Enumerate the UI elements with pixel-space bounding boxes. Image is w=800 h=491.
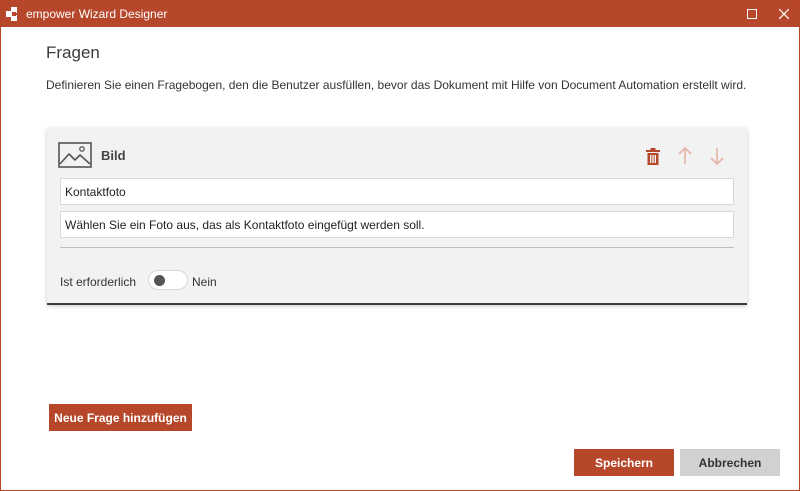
question-description-input[interactable] <box>60 211 734 238</box>
arrow-up-icon <box>678 147 692 164</box>
add-question-button[interactable]: Neue Frage hinzufügen <box>49 404 192 431</box>
question-title-input[interactable] <box>60 178 734 205</box>
move-up-button[interactable] <box>676 147 694 165</box>
question-card: Bild Ist erforde <box>47 128 747 305</box>
save-button[interactable]: Speichern <box>574 449 674 476</box>
arrow-down-icon <box>710 148 724 165</box>
title-bar[interactable]: empower Wizard Designer <box>1 1 799 27</box>
image-icon <box>58 142 92 168</box>
required-toggle[interactable] <box>148 270 188 290</box>
required-state-label: Nein <box>192 275 217 289</box>
toggle-knob <box>154 275 165 286</box>
maximize-button[interactable] <box>739 1 765 27</box>
maximize-icon <box>747 9 757 19</box>
page-title: Fragen <box>46 43 100 62</box>
delete-question-button[interactable] <box>644 147 662 165</box>
required-label: Ist erforderlich <box>60 275 137 289</box>
app-window: empower Wizard Designer Fragen Definiere… <box>0 0 800 491</box>
question-type-label: Bild <box>101 148 126 163</box>
divider <box>60 247 734 248</box>
close-icon <box>779 9 789 19</box>
app-logo-icon <box>6 7 20 21</box>
trash-icon <box>646 147 660 165</box>
move-down-button[interactable] <box>708 147 726 165</box>
window-title: empower Wizard Designer <box>26 7 168 21</box>
cancel-button[interactable]: Abbrechen <box>680 449 780 476</box>
page-description: Definieren Sie einen Fragebogen, den die… <box>46 78 747 92</box>
close-button[interactable] <box>771 1 797 27</box>
